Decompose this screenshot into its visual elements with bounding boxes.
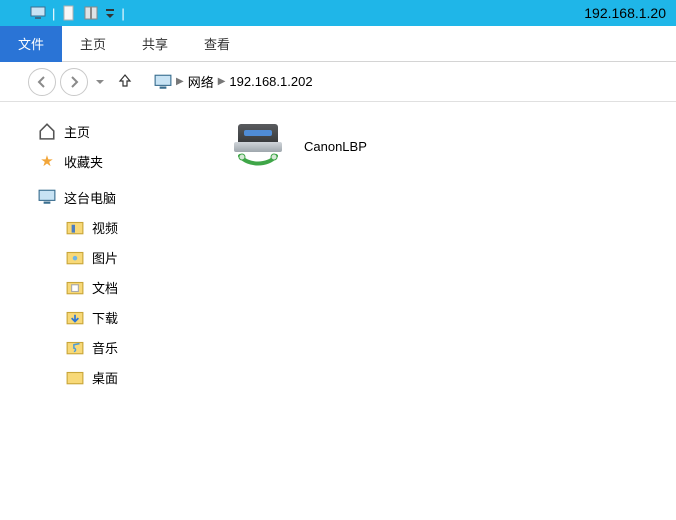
title-bar: | | 192.168.1.20	[0, 0, 676, 26]
tab-home[interactable]: 主页	[62, 26, 124, 62]
printer-item[interactable]: CanonLBP	[230, 122, 676, 170]
sidebar-item-favorites[interactable]: ★ 收藏夹	[38, 146, 200, 176]
sidebar-item-label: 下载	[92, 308, 118, 327]
sidebar-item-label: 视频	[92, 218, 118, 237]
qat-dropdown-icon[interactable]	[105, 5, 115, 21]
folder-icon	[66, 248, 84, 266]
chevron-right-icon[interactable]: ▶	[218, 76, 226, 87]
sidebar-item-label: 文档	[92, 278, 118, 297]
sidebar-item-home[interactable]: 主页	[38, 116, 200, 146]
sidebar-item-label: 音乐	[92, 338, 118, 357]
up-button[interactable]	[112, 73, 138, 91]
forward-button[interactable]	[60, 68, 88, 96]
folder-icon	[66, 218, 84, 236]
window-title: 192.168.1.20	[584, 5, 666, 21]
pc-icon	[30, 5, 46, 21]
history-dropdown-icon[interactable]	[92, 74, 108, 89]
nav-bar: ▶ 网络 ▶ 192.168.1.202	[0, 62, 676, 102]
main-pane[interactable]: CanonLBP	[200, 102, 676, 520]
sidebar-item-label: 这台电脑	[64, 188, 116, 207]
new-doc-icon[interactable]	[61, 5, 77, 21]
sidebar-item-label: 收藏夹	[64, 152, 103, 171]
tab-file[interactable]: 文件	[0, 26, 62, 62]
pc-icon	[38, 188, 56, 206]
folder-icon	[66, 278, 84, 296]
tab-view[interactable]: 查看	[186, 26, 248, 62]
folder-icon	[66, 308, 84, 326]
folder-icon	[66, 368, 84, 386]
sidebar-item-pictures[interactable]: 图片	[38, 242, 200, 272]
sidebar-item-desktop[interactable]: 桌面	[38, 362, 200, 392]
ribbon: 文件 主页 共享 查看	[0, 26, 676, 62]
sidebar-item-label: 主页	[64, 122, 90, 141]
title-sep: |	[52, 6, 55, 21]
sidebar-item-label: 桌面	[92, 368, 118, 387]
sidebar-item-videos[interactable]: 视频	[38, 212, 200, 242]
sidebar-item-music[interactable]: 音乐	[38, 332, 200, 362]
back-button[interactable]	[28, 68, 56, 96]
sidebar-item-label: 图片	[92, 248, 118, 267]
printer-icon	[230, 122, 290, 170]
tab-share[interactable]: 共享	[124, 26, 186, 62]
title-sep-2: |	[121, 6, 124, 21]
sidebar-item-documents[interactable]: 文档	[38, 272, 200, 302]
sidebar-item-thispc[interactable]: 这台电脑	[38, 182, 200, 212]
explorer-icon[interactable]	[83, 5, 99, 21]
content-area: 主页 ★ 收藏夹 这台电脑 视频 图片	[0, 102, 676, 520]
sidebar: 主页 ★ 收藏夹 这台电脑 视频 图片	[0, 102, 200, 520]
chevron-right-icon[interactable]: ▶	[176, 76, 184, 87]
printer-label: CanonLBP	[304, 139, 367, 154]
pc-icon	[154, 73, 172, 91]
breadcrumb-root[interactable]: 网络	[188, 72, 214, 91]
folder-icon	[66, 338, 84, 356]
breadcrumb-leaf[interactable]: 192.168.1.202	[229, 74, 312, 89]
address-bar[interactable]: ▶ 网络 ▶ 192.168.1.202	[148, 69, 319, 94]
star-icon: ★	[38, 152, 56, 170]
home-icon	[38, 122, 56, 140]
sidebar-item-downloads[interactable]: 下载	[38, 302, 200, 332]
